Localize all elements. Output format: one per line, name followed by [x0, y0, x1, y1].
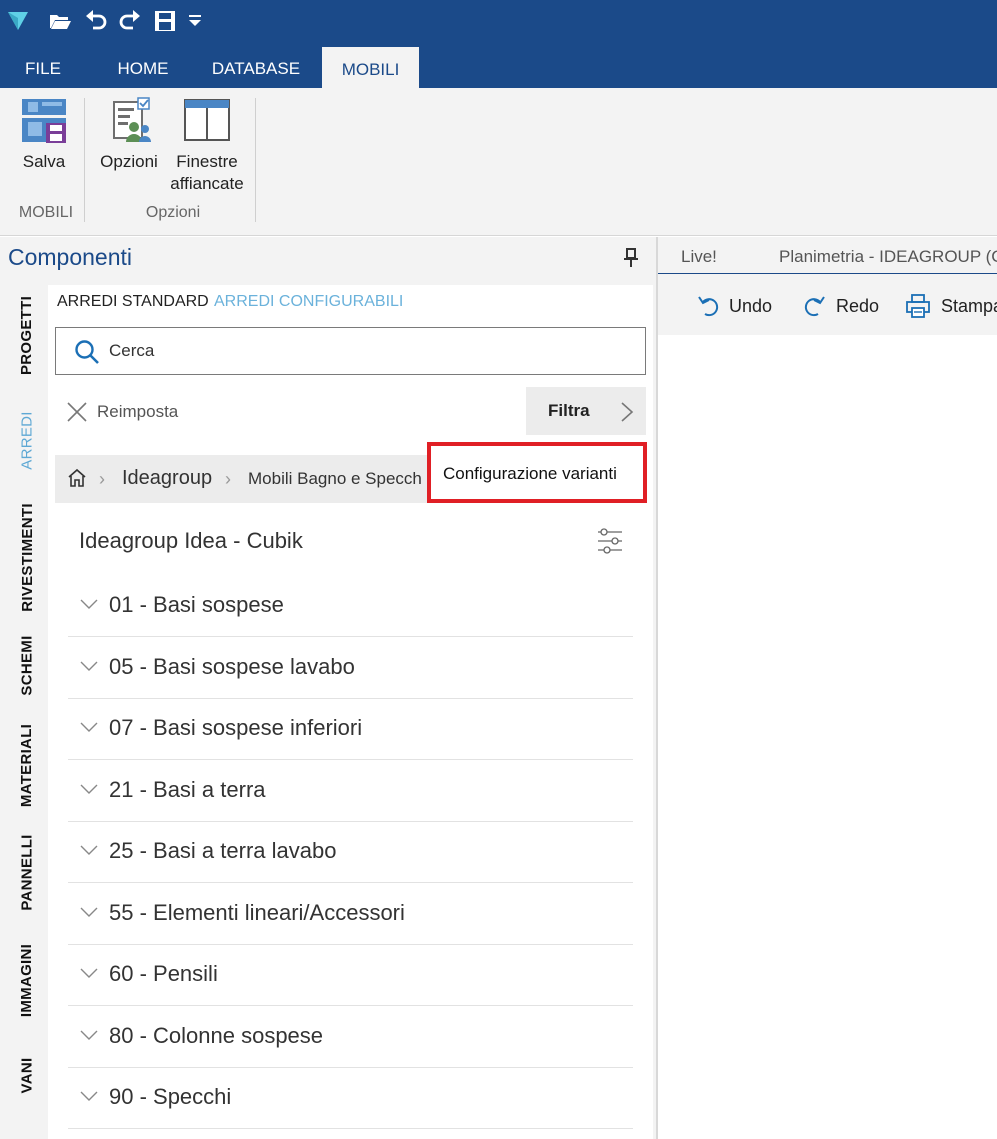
redo-button[interactable]: Redo: [804, 292, 879, 320]
list-item-label: 21 - Basi a terra: [109, 777, 266, 802]
list-item-label: 05 - Basi sospese lavabo: [109, 654, 355, 679]
chevron-down-icon: [80, 968, 98, 978]
chevron-down-icon: [80, 1091, 98, 1101]
undo-icon[interactable]: [84, 9, 108, 33]
undo-icon: [698, 296, 719, 317]
close-icon: [67, 402, 87, 422]
tooltip-arrow: [604, 503, 628, 514]
options-button[interactable]: Opzioni: [96, 96, 162, 173]
chevron-down-icon: [80, 661, 98, 671]
chevron-down-icon: [80, 845, 98, 855]
reset-label: Reimposta: [97, 402, 179, 421]
ribbon-tab-bar: FILE HOME DATABASE MOBILI: [0, 46, 997, 88]
document-canvas[interactable]: [658, 335, 997, 1139]
search-field[interactable]: [55, 327, 646, 375]
ribbon-separator: [255, 98, 256, 222]
tiled-windows-label-1: Finestre: [176, 152, 238, 171]
tiled-windows-label-2: affiancate: [170, 174, 244, 193]
chevron-down-icon: [80, 907, 98, 917]
breadcrumb-separator: ›: [99, 469, 105, 489]
redo-label: Redo: [836, 295, 880, 316]
subtab-arredi-configurabili[interactable]: ARREDI CONFIGURABILI: [214, 293, 403, 311]
category-title: Ideagroup Idea - Cubik: [79, 528, 303, 553]
search-input[interactable]: [109, 338, 609, 364]
list-item-label: 90 - Specchi: [109, 1084, 232, 1109]
vertical-tab-bar: PROGETTI ARREDI RIVESTIMENTI SCHEMI MATE…: [0, 285, 54, 1139]
list-item[interactable]: 07 - Basi sospese inferiori: [68, 699, 633, 760]
variant-settings-icon[interactable]: [596, 527, 624, 555]
doc-tab-live[interactable]: Live!: [681, 247, 717, 267]
list-item[interactable]: 60 - Pensili: [68, 945, 633, 1006]
tooltip-text: Configurazione varianti: [443, 464, 617, 483]
chevron-right-icon: [621, 402, 634, 422]
customize-dropdown-icon[interactable]: [183, 9, 207, 33]
save-icon[interactable]: [153, 9, 177, 33]
subtab-arredi-standard[interactable]: ARREDI STANDARD: [57, 293, 209, 311]
chevron-down-icon: [80, 1030, 98, 1040]
options-label: Opzioni: [100, 152, 158, 171]
printer-icon: [906, 294, 930, 318]
vtab-vani[interactable]: VANI: [0, 1035, 54, 1115]
title-bar: [0, 0, 997, 46]
home-icon[interactable]: [67, 468, 87, 488]
list-item-label: 60 - Pensili: [109, 961, 218, 986]
vtab-progetti[interactable]: PROGETTI: [0, 285, 54, 385]
tab-mobili[interactable]: MOBILI: [322, 47, 419, 88]
tab-file[interactable]: FILE: [0, 46, 86, 88]
undo-button[interactable]: Undo: [697, 292, 772, 320]
list-item[interactable]: 80 - Colonne sospese: [68, 1007, 633, 1068]
filter-button[interactable]: Filtra: [526, 387, 646, 435]
ribbon-separator: [84, 98, 85, 222]
save-furniture-icon: [20, 96, 68, 146]
panel-title: Componenti: [8, 244, 133, 270]
tiled-windows-icon: [182, 96, 232, 146]
print-label: Stampa: [941, 295, 997, 316]
breadcrumb-ideagroup[interactable]: Ideagroup: [122, 467, 212, 490]
tiled-windows-button[interactable]: Finestre affiancate: [168, 96, 246, 195]
list-item[interactable]: 21 - Basi a terra: [68, 761, 633, 822]
vtab-immagini[interactable]: IMMAGINI: [0, 925, 54, 1035]
vtab-arredi[interactable]: ARREDI: [0, 385, 54, 495]
chevron-down-icon: [80, 722, 98, 732]
list-item-label: 25 - Basi a terra lavabo: [109, 838, 337, 863]
group-label-options: Opzioni: [145, 204, 201, 221]
vtab-materiali[interactable]: MATERIALI: [0, 710, 54, 820]
tooltip-configurazione-varianti: Configurazione varianti: [427, 442, 647, 503]
vtab-rivestimenti[interactable]: RIVESTIMENTI: [0, 495, 54, 620]
list-item-label: 01 - Basi sospese: [109, 592, 284, 617]
list-item[interactable]: 05 - Basi sospese lavabo: [68, 638, 633, 699]
list-item[interactable]: 01 - Basi sospese: [68, 576, 633, 637]
undo-label: Undo: [729, 295, 773, 316]
list-item-label: 80 - Colonne sospese: [109, 1023, 324, 1048]
save-label: Salva: [22, 152, 66, 171]
breadcrumb-mobili-bagno[interactable]: Mobili Bagno e Specch: [248, 469, 422, 489]
pin-icon[interactable]: [621, 247, 641, 269]
redo-icon: [804, 296, 825, 317]
list-item[interactable]: 55 - Elementi lineari/Accessori: [68, 884, 633, 945]
vtab-pannelli[interactable]: PANNELLI: [0, 820, 54, 925]
ribbon: Salva MOBILI Opzioni Finestre affiancate…: [0, 88, 997, 236]
redo-icon[interactable]: [118, 9, 142, 33]
vtab-schemi[interactable]: SCHEMI: [0, 620, 54, 710]
open-folder-icon[interactable]: [48, 9, 72, 33]
search-icon: [75, 340, 99, 364]
list-item[interactable]: 25 - Basi a terra lavabo: [68, 822, 633, 883]
document-tab-bar: Live! Planimetria - IDEAGROUP (C: [658, 237, 997, 275]
group-label-mobili: MOBILI: [18, 204, 74, 221]
list-item-label: 55 - Elementi lineari/Accessori: [109, 900, 405, 925]
save-button[interactable]: Salva: [14, 96, 74, 173]
breadcrumb-separator: ›: [225, 469, 231, 489]
chevron-down-icon: [80, 784, 98, 794]
tab-home[interactable]: HOME: [100, 46, 186, 88]
print-button[interactable]: Stampa: [905, 292, 997, 320]
doc-tab-planimetria[interactable]: Planimetria - IDEAGROUP (C: [779, 247, 997, 267]
app-logo-icon: [6, 9, 30, 33]
list-item-label: 07 - Basi sospese inferiori: [109, 715, 363, 740]
chevron-down-icon: [80, 599, 98, 609]
tab-database[interactable]: DATABASE: [199, 46, 313, 88]
options-icon: [104, 96, 154, 146]
reset-button[interactable]: Reimposta: [66, 397, 178, 427]
list-item[interactable]: 90 - Specchi: [68, 1068, 633, 1129]
filter-label: Filtra: [548, 401, 590, 420]
